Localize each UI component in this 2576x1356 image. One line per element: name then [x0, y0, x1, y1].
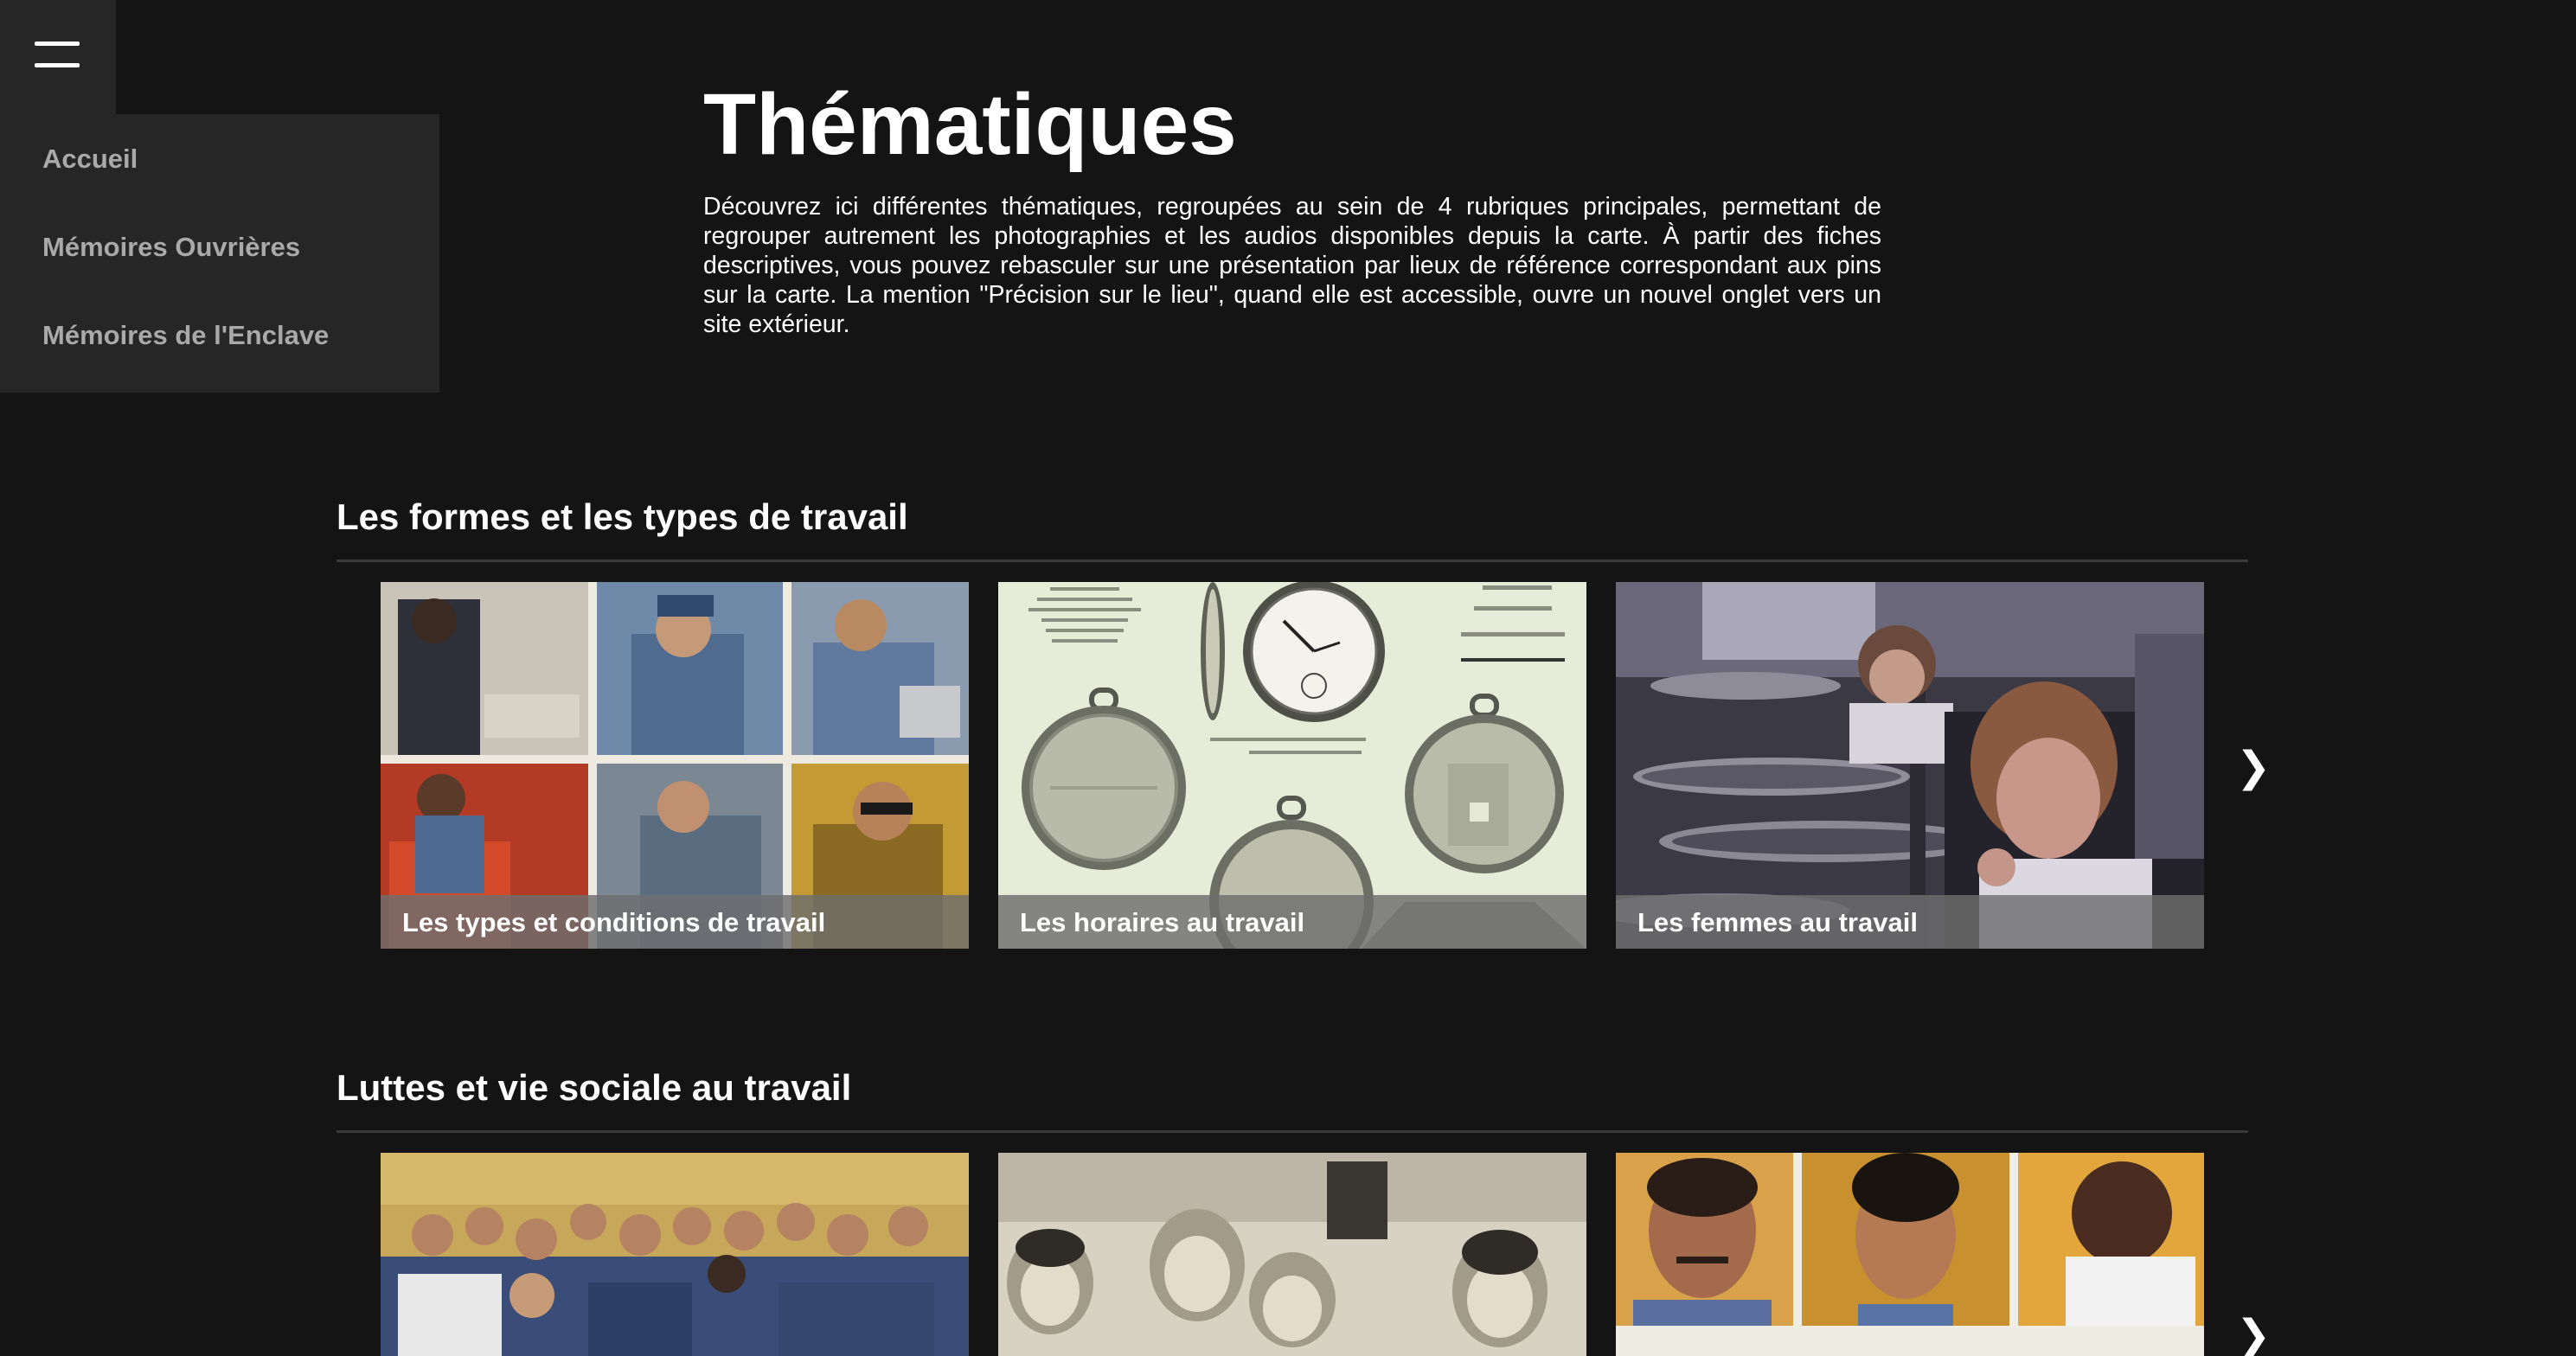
card-caption: Les types et conditions de travail — [402, 907, 826, 937]
card-image — [381, 582, 969, 949]
chevron-right-icon[interactable]: ❯ — [2236, 1310, 2271, 1356]
card-luttes-2[interactable] — [998, 1153, 1586, 1356]
card-image — [998, 582, 1586, 949]
card-luttes-3[interactable] — [1616, 1153, 2204, 1356]
card-caption: Les femmes au travail — [1637, 907, 1918, 937]
card-image — [998, 1153, 1586, 1356]
card-caption: Les horaires au travail — [1020, 907, 1305, 937]
card-types-conditions-travail[interactable]: Les types et conditions de travail — [381, 582, 969, 949]
nav-item-memoires-ouvrieres[interactable]: Mémoires Ouvrières — [42, 232, 300, 263]
page: Accueil Mémoires Ouvrières Mémoires de l… — [0, 0, 2576, 1356]
card-image — [381, 1153, 969, 1356]
card-luttes-1[interactable] — [381, 1153, 969, 1356]
card-image — [1616, 1153, 2204, 1356]
section-title-luttes-vie-sociale: Luttes et vie sociale au travail — [336, 1067, 852, 1108]
page-title: Thématiques — [703, 76, 1237, 173]
nav-item-accueil[interactable]: Accueil — [42, 144, 138, 175]
card-image — [1616, 582, 2204, 949]
card-femmes-travail[interactable]: Les femmes au travail — [1616, 582, 2204, 949]
hamburger-menu-button[interactable] — [0, 0, 116, 114]
section-divider — [336, 560, 2248, 562]
nav-item-memoires-enclave[interactable]: Mémoires de l'Enclave — [42, 320, 329, 351]
card-horaires-travail[interactable]: Les horaires au travail — [998, 582, 1586, 949]
section-divider — [336, 1130, 2248, 1133]
chevron-right-icon[interactable]: ❯ — [2236, 742, 2271, 794]
section-title-formes-types-travail: Les formes et les types de travail — [336, 496, 908, 537]
intro-paragraph: Découvrez ici différentes thématiques, r… — [703, 193, 1881, 338]
